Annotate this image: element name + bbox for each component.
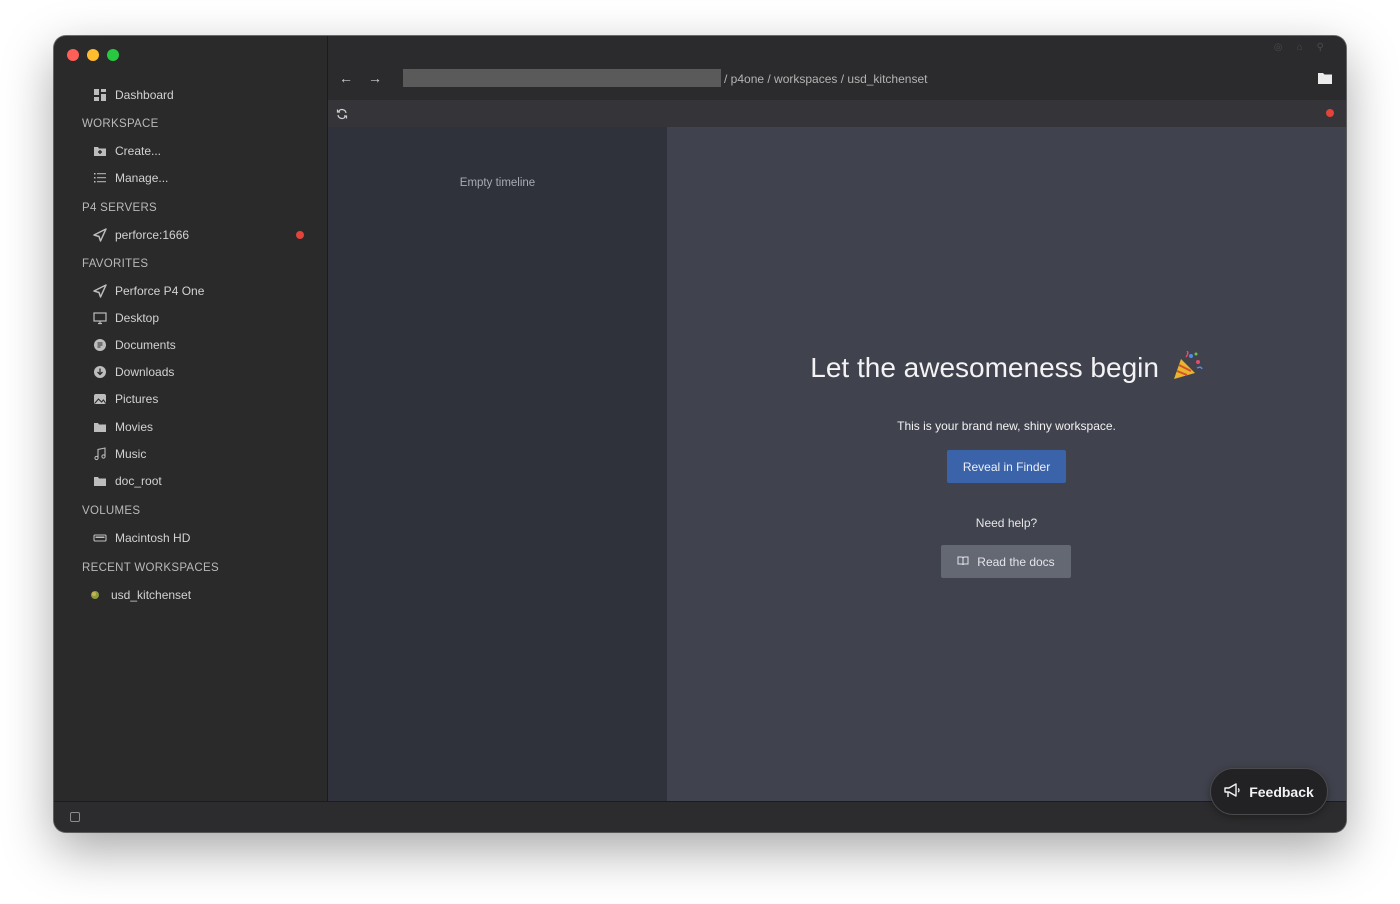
sidebar-item-server[interactable]: perforce:1666 (92, 224, 304, 246)
paper-plane-icon (92, 283, 108, 299)
zoom-window-button[interactable] (107, 49, 119, 61)
sidebar-item-macintosh-hd[interactable]: Macintosh HD (92, 527, 304, 549)
sidebar-item-label: Music (115, 447, 147, 461)
server-status-dot (296, 231, 304, 239)
breadcrumb[interactable]: / p4one / workspaces / usd_kitchenset (724, 72, 927, 86)
traffic-lights (67, 49, 119, 61)
status-dot (1326, 109, 1334, 117)
reveal-in-finder-button[interactable]: Reveal in Finder (947, 450, 1066, 483)
party-popper-icon (1171, 350, 1203, 388)
sidebar-toggle-icon[interactable] (70, 812, 80, 822)
need-help-text: Need help? (975, 516, 1038, 530)
sidebar-item-pictures[interactable]: Pictures (92, 388, 304, 410)
sidebar-item-create[interactable]: Create... (92, 140, 304, 162)
sidebar-item-usd-kitchenset[interactable]: usd_kitchenset (88, 584, 300, 606)
section-header-workspace: WORKSPACE (82, 118, 159, 130)
feedback-label: Feedback (1249, 783, 1314, 800)
folder-icon[interactable] (1318, 71, 1332, 84)
timeline-empty-text: Empty timeline (459, 177, 536, 189)
section-header-p4-servers: P4 SERVERS (82, 202, 158, 214)
window-utility-icons: ◎ ⌂ ⚲ (1274, 42, 1324, 53)
folder-plus-icon (92, 143, 108, 159)
pin-icon[interactable]: ⚲ (1317, 42, 1324, 53)
refresh-icon[interactable] (336, 107, 348, 119)
sidebar-item-label: Documents (115, 338, 176, 352)
sidebar-item-label: usd_kitchenset (111, 588, 192, 602)
drive-icon (92, 530, 108, 546)
sidebar-item-label: Pictures (115, 392, 159, 406)
sidebar-item-label: Dashboard (115, 88, 174, 102)
hero-title-text: Let the awesomeness begin (810, 351, 1159, 383)
read-docs-button[interactable]: Read the docs (941, 545, 1071, 578)
sidebar: Dashboard WORKSPACE Create... Manage... … (54, 36, 328, 802)
sidebar-item-label: Create... (115, 144, 162, 158)
music-icon (92, 446, 108, 462)
download-icon (92, 364, 108, 380)
desktop-icon (92, 310, 108, 326)
top-bar: ◎ ⌂ ⚲ ← → / p4one / workspaces / usd_kit… (328, 36, 1346, 100)
sidebar-item-perforce-p4-one[interactable]: Perforce P4 One (92, 280, 304, 302)
content-panel: Let the awesomeness begin This is your b… (667, 127, 1346, 802)
sidebar-item-label: perforce:1666 (115, 228, 190, 242)
paper-plane-icon (92, 227, 108, 243)
main-area: ◎ ⌂ ⚲ ← → / p4one / workspaces / usd_kit… (328, 36, 1346, 802)
sidebar-item-documents[interactable]: Documents (92, 334, 304, 356)
lock-icon[interactable]: ⌂ (1297, 42, 1303, 53)
sidebar-item-doc-root[interactable]: doc_root (92, 470, 304, 492)
forward-button[interactable]: → (367, 70, 383, 86)
picture-icon (92, 391, 108, 407)
sidebar-item-label: Desktop (115, 311, 160, 325)
section-header-volumes: VOLUMES (82, 505, 141, 517)
hero-title: Let the awesomeness begin (667, 350, 1346, 388)
minimize-window-button[interactable] (87, 49, 99, 61)
eye-icon[interactable]: ◎ (1274, 42, 1283, 53)
section-header-favorites: FAVORITES (82, 258, 149, 270)
book-icon (957, 555, 969, 569)
folder-icon (92, 419, 108, 435)
sidebar-item-music[interactable]: Music (92, 443, 304, 465)
sidebar-item-movies[interactable]: Movies (92, 416, 304, 438)
list-icon (92, 170, 108, 186)
feedback-button[interactable]: Feedback (1210, 768, 1328, 815)
read-docs-label: Read the docs (977, 554, 1055, 569)
sidebar-item-label: Macintosh HD (115, 531, 191, 545)
app-window: Dashboard WORKSPACE Create... Manage... … (54, 36, 1346, 832)
status-bar (54, 801, 1346, 832)
sidebar-item-dashboard[interactable]: Dashboard (92, 84, 304, 106)
folder-icon (92, 473, 108, 489)
megaphone-icon (1224, 782, 1241, 801)
close-window-button[interactable] (67, 49, 79, 61)
sidebar-item-downloads[interactable]: Downloads (92, 361, 304, 383)
back-button[interactable]: ← (338, 70, 354, 86)
document-icon (92, 337, 108, 353)
secondary-toolbar (328, 100, 1346, 127)
timeline-panel: Empty timeline (328, 127, 667, 802)
sidebar-item-label: Manage... (115, 171, 169, 185)
sidebar-item-manage[interactable]: Manage... (92, 167, 304, 189)
sidebar-item-label: Movies (115, 420, 154, 434)
sidebar-item-label: doc_root (115, 474, 162, 488)
section-header-recent-workspaces: RECENT WORKSPACES (82, 562, 219, 574)
hero-subtitle: This is your brand new, shiny workspace. (897, 419, 1116, 433)
workspace-icon (88, 587, 104, 603)
sidebar-item-label: Downloads (115, 365, 175, 379)
sidebar-item-label: Perforce P4 One (115, 284, 205, 298)
path-redacted-block (403, 69, 721, 87)
sidebar-item-desktop[interactable]: Desktop (92, 307, 304, 329)
grid-icon (92, 87, 108, 103)
